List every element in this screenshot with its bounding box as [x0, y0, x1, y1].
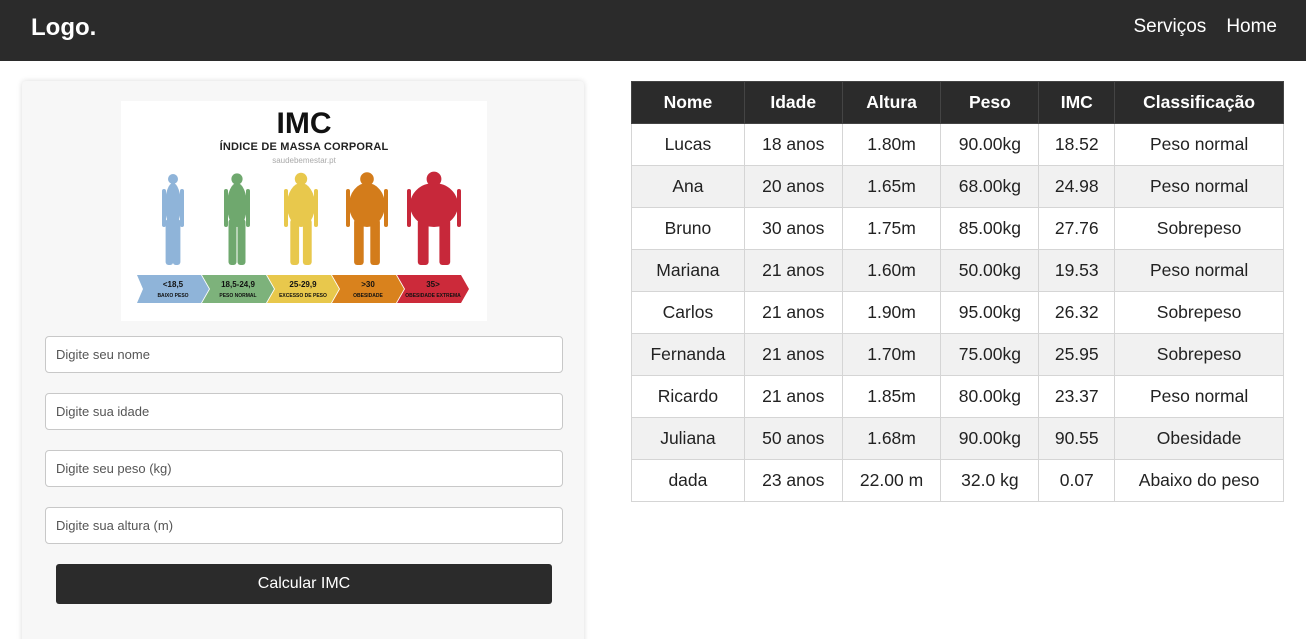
table-row: Carlos 21 anos 1.90m 95.00kg 26.32 Sobrepeso: [631, 291, 1284, 334]
category-label: EXCESSO DE PESO: [279, 293, 327, 299]
cell-imc: 0.07: [1038, 459, 1116, 502]
table-row: dada 23 anos 22.00 m 32.0 kg 0.07 Abaixo do p…: [631, 459, 1284, 502]
column-header-classificacao: Classificação: [1114, 81, 1284, 124]
nav-link-home[interactable]: Home: [1226, 16, 1277, 38]
cell-idade: 30 anos: [743, 207, 843, 250]
cell-altura: 1.80m: [841, 123, 942, 166]
cell-nome: Ana: [631, 165, 745, 208]
logo[interactable]: Logo.: [31, 14, 96, 42]
cell-peso: 75.00kg: [940, 333, 1040, 376]
cell-imc: 23.37: [1038, 375, 1116, 418]
column-header-peso: Peso: [940, 81, 1040, 124]
cell-idade: 21 anos: [743, 249, 843, 292]
cell-classificacao: Obesidade: [1114, 417, 1284, 460]
cell-nome: Lucas: [631, 123, 745, 166]
cell-nome: Ricardo: [631, 375, 745, 418]
cell-imc: 24.98: [1038, 165, 1116, 208]
table-row: Juliana 50 anos 1.68m 90.00kg 90.55 Obesidade: [631, 417, 1284, 460]
table-row: Ana 20 anos 1.65m 68.00kg 24.98 Peso normal: [631, 165, 1284, 208]
column-header-nome: Nome: [631, 81, 745, 124]
cell-peso: 32.0 kg: [940, 459, 1040, 502]
cell-imc: 25.95: [1038, 333, 1116, 376]
body-figure-icon: [162, 174, 184, 265]
cell-peso: 90.00kg: [940, 123, 1040, 166]
category-label: OBESIDADE: [353, 293, 383, 299]
cell-nome: Juliana: [631, 417, 745, 460]
top-navbar: Logo. Serviços Home: [0, 0, 1306, 61]
cell-idade: 23 anos: [743, 459, 843, 502]
body-figure-icon: [346, 172, 388, 265]
nav-menu: Serviços Home: [1133, 16, 1277, 38]
cell-nome: Fernanda: [631, 333, 745, 376]
cell-classificacao: Peso normal: [1114, 249, 1284, 292]
body-figures-graphic: <18,5 BAIXO PESO 18,5-24,9 PESO NORMAL 25-29…: [137, 171, 469, 303]
body-figure-icon: [284, 172, 318, 265]
cell-altura: 1.68m: [841, 417, 942, 460]
cell-nome: Carlos: [631, 291, 745, 334]
column-header-idade: Idade: [743, 81, 843, 124]
weight-input[interactable]: [45, 450, 563, 487]
category-range: <18,5: [163, 280, 184, 289]
results-table: Nome Idade Altura Peso IMC Classificação…: [631, 81, 1284, 502]
cell-classificacao: Sobrepeso: [1114, 333, 1284, 376]
cell-altura: 1.75m: [841, 207, 942, 250]
cell-classificacao: Sobrepeso: [1114, 207, 1284, 250]
table-row: Bruno 30 anos 1.75m 85.00kg 27.76 Sobrepeso: [631, 207, 1284, 250]
cell-classificacao: Peso normal: [1114, 375, 1284, 418]
cell-altura: 1.65m: [841, 165, 942, 208]
cell-peso: 80.00kg: [940, 375, 1040, 418]
category-label: PESO NORMAL: [219, 293, 256, 299]
cell-classificacao: Sobrepeso: [1114, 291, 1284, 334]
body-figure-icon: [224, 173, 250, 265]
cell-peso: 68.00kg: [940, 165, 1040, 208]
cell-altura: 1.60m: [841, 249, 942, 292]
cell-imc: 18.52: [1038, 123, 1116, 166]
cell-idade: 21 anos: [743, 291, 843, 334]
cell-altura: 1.90m: [841, 291, 942, 334]
cell-imc: 27.76: [1038, 207, 1116, 250]
column-header-imc: IMC: [1038, 81, 1116, 124]
category-label: OBESIDADE EXTREMA: [405, 293, 461, 299]
age-input[interactable]: [45, 393, 563, 430]
cell-imc: 19.53: [1038, 249, 1116, 292]
category-range: 25-29,9: [289, 280, 317, 289]
cell-imc: 26.32: [1038, 291, 1116, 334]
cell-altura: 1.70m: [841, 333, 942, 376]
cell-peso: 50.00kg: [940, 249, 1040, 292]
nav-link-servicos[interactable]: Serviços: [1133, 16, 1206, 38]
table-row: Ricardo 21 anos 1.85m 80.00kg 23.37 Peso norm…: [631, 375, 1284, 418]
cell-peso: 90.00kg: [940, 417, 1040, 460]
table-header-row: Nome Idade Altura Peso IMC Classificação: [631, 81, 1284, 124]
cell-classificacao: Peso normal: [1114, 165, 1284, 208]
table-row: Mariana 21 anos 1.60m 50.00kg 19.53 Peso norm…: [631, 249, 1284, 292]
cell-nome: Bruno: [631, 207, 745, 250]
calculate-imc-button[interactable]: Calcular IMC: [56, 564, 552, 604]
category-label: BAIXO PESO: [157, 293, 188, 299]
cell-classificacao: Abaixo do peso: [1114, 459, 1284, 502]
column-header-altura: Altura: [841, 81, 942, 124]
category-range: 18,5-24,9: [221, 280, 255, 289]
cell-idade: 18 anos: [743, 123, 843, 166]
cell-nome: Mariana: [631, 249, 745, 292]
body-figure-icon: [407, 171, 461, 265]
cell-idade: 20 anos: [743, 165, 843, 208]
category-range: 35>: [426, 280, 440, 289]
cell-altura: 1.85m: [841, 375, 942, 418]
height-input[interactable]: [45, 507, 563, 544]
category-range: >30: [361, 280, 375, 289]
cell-idade: 21 anos: [743, 333, 843, 376]
cell-idade: 21 anos: [743, 375, 843, 418]
table-row: Fernanda 21 anos 1.70m 75.00kg 25.95 Sobrepes…: [631, 333, 1284, 376]
table-row: Lucas 18 anos 1.80m 90.00kg 18.52 Peso normal: [631, 123, 1284, 166]
cell-imc: 90.55: [1038, 417, 1116, 460]
cell-peso: 85.00kg: [940, 207, 1040, 250]
cell-altura: 22.00 m: [841, 459, 942, 502]
imc-banner-image: IMC ÍNDICE DE MASSA CORPORAL saudebemest…: [121, 101, 487, 321]
cell-peso: 95.00kg: [940, 291, 1040, 334]
cell-classificacao: Peso normal: [1114, 123, 1284, 166]
name-input[interactable]: [45, 336, 563, 373]
cell-idade: 50 anos: [743, 417, 843, 460]
cell-nome: dada: [631, 459, 745, 502]
